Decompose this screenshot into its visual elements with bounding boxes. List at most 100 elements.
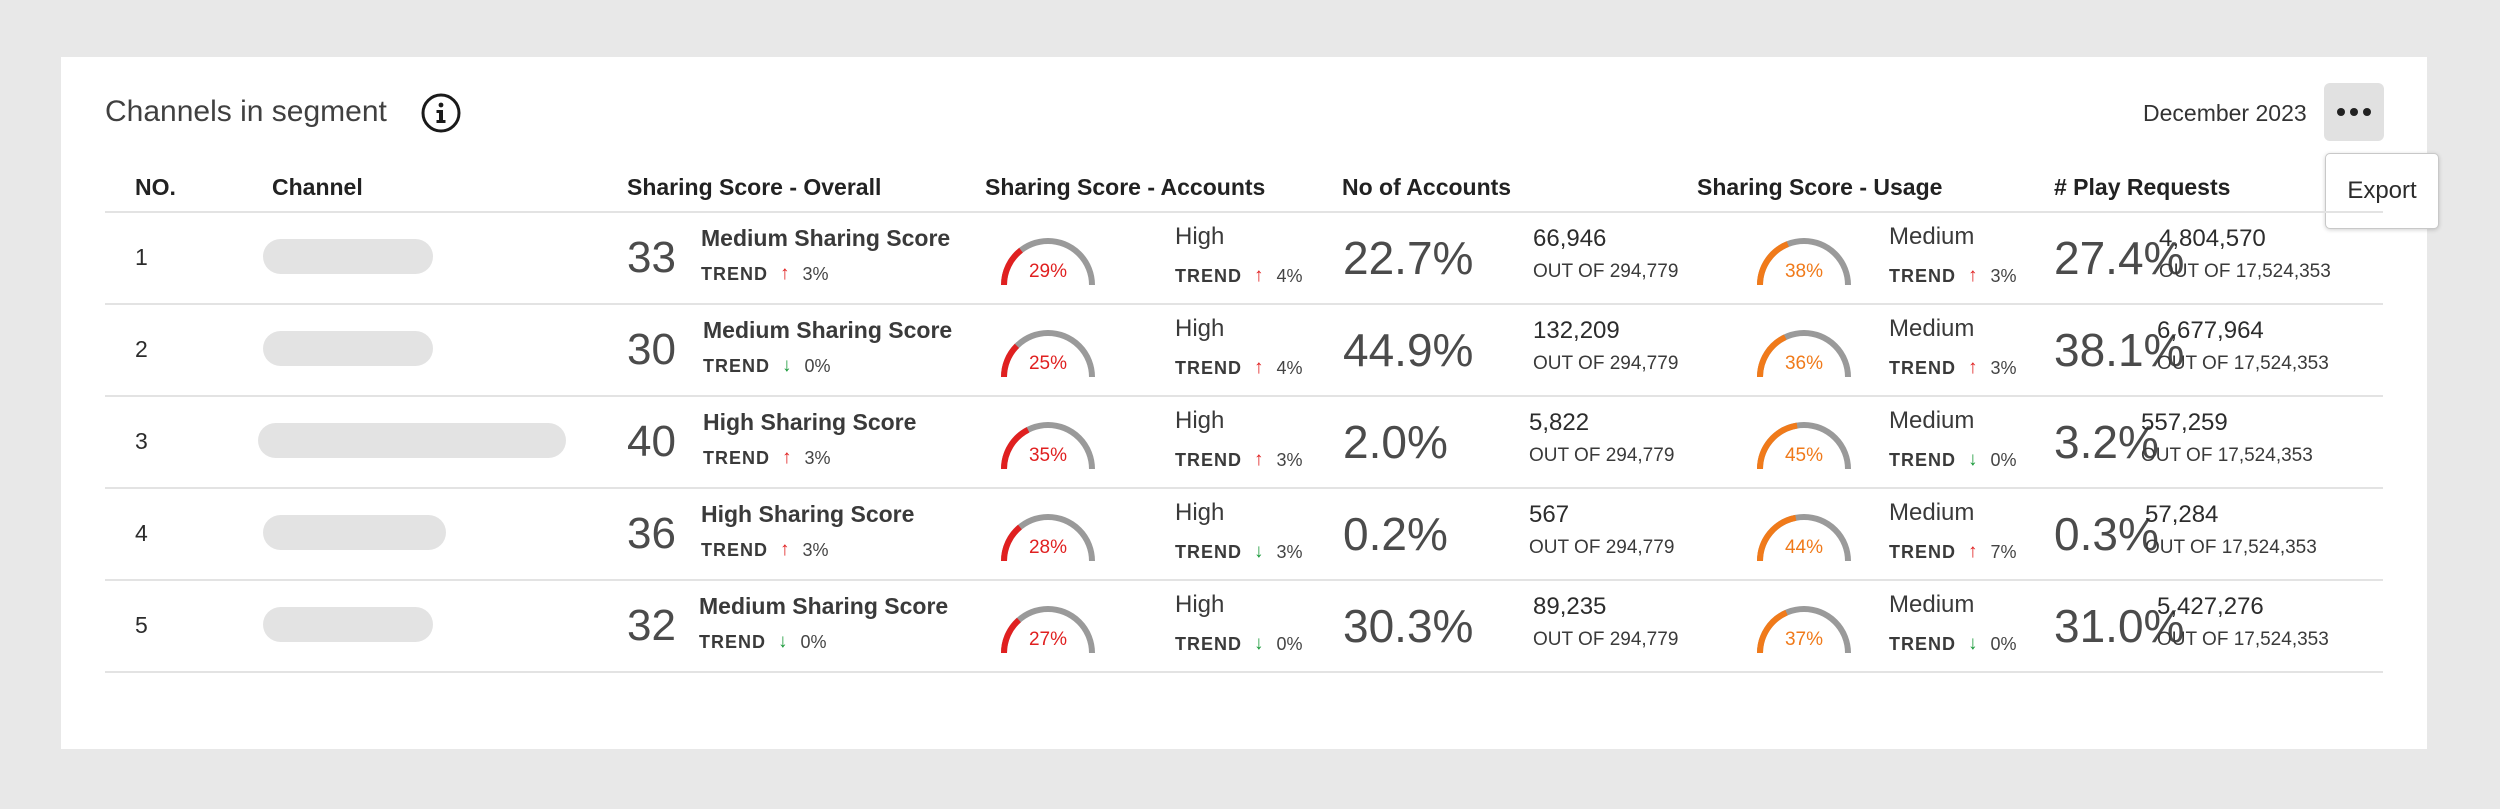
accounts-level: High (1175, 591, 1225, 618)
overall-trend: TREND ↑ 3% (703, 447, 831, 469)
overall-score-label: Medium Sharing Score (703, 317, 953, 343)
dot-icon (2350, 108, 2358, 116)
accounts-out-of: OUT OF 294,779 (1533, 629, 1679, 650)
usage-gauge-pct: 37% (1784, 629, 1824, 650)
trend-pct: 0% (800, 631, 827, 652)
play-share-pct: 0.3% (2054, 508, 2159, 560)
accounts-count: 5,822 (1529, 409, 1590, 436)
play-out-of: OUT OF 17,524,353 (2141, 445, 2313, 466)
channel-name-placeholder[interactable] (263, 607, 433, 642)
overall-score: 32 (627, 601, 676, 650)
play-count: 6,677,964 (2157, 317, 2264, 344)
accounts-count: 567 (1529, 501, 1570, 528)
dot-icon (2337, 108, 2345, 116)
trend-label: TREND (1889, 541, 1956, 562)
accounts-out-of: OUT OF 294,779 (1533, 353, 1679, 374)
overall-score: 30 (627, 325, 676, 374)
date-label: December 2023 (2143, 100, 2307, 126)
channel-name-placeholder[interactable] (263, 239, 433, 274)
usage-gauge-pct: 44% (1784, 537, 1824, 558)
trend-label: TREND (701, 263, 768, 284)
usage-gauge: 44% (1752, 509, 1856, 565)
trend-up-arrow-icon: ↑ (1968, 265, 1979, 286)
row-number: 4 (135, 520, 148, 546)
trend-pct: 0% (1990, 449, 2017, 470)
accounts-gauge-pct: 35% (1028, 445, 1068, 466)
trend-down-arrow-icon: ↓ (1968, 633, 1979, 654)
overall-score: 33 (627, 233, 676, 282)
channel-name-placeholder[interactable] (258, 423, 566, 458)
accounts-trend: TREND ↑ 4% (1175, 357, 1303, 379)
trend-down-arrow-icon: ↓ (1254, 541, 1265, 562)
trend-label: TREND (1889, 633, 1956, 654)
play-count: 557,259 (2141, 409, 2228, 436)
accounts-trend: TREND ↓ 3% (1175, 541, 1303, 563)
trend-pct: 0% (1990, 633, 2017, 654)
info-icon[interactable] (420, 92, 462, 134)
play-out-of: OUT OF 17,524,353 (2159, 261, 2331, 282)
col-header-overall: Sharing Score - Overall (627, 174, 882, 200)
row-number: 2 (135, 336, 148, 362)
usage-gauge-pct: 38% (1784, 261, 1824, 282)
usage-gauge: 36% (1752, 325, 1856, 381)
trend-label: TREND (1889, 357, 1956, 378)
trend-pct: 4% (1276, 357, 1303, 378)
col-header-no: NO. (135, 174, 176, 200)
trend-label: TREND (1175, 357, 1242, 378)
trend-label: TREND (1175, 449, 1242, 470)
usage-gauge-pct: 45% (1784, 445, 1824, 466)
table-row[interactable]: 4 36 High Sharing Score TREND ↑ 3% 28% H… (105, 489, 2383, 581)
accounts-out-of: OUT OF 294,779 (1529, 537, 1675, 558)
trend-up-arrow-icon: ↑ (1968, 541, 1979, 562)
overall-score-label: Medium Sharing Score (699, 593, 949, 619)
trend-label: TREND (1175, 265, 1242, 286)
trend-pct: 7% (1990, 541, 2017, 562)
trend-label: TREND (1175, 633, 1242, 654)
accounts-level: High (1175, 499, 1225, 526)
channels-table: NO. Channel Sharing Score - Overall Shar… (105, 154, 2383, 673)
table-row[interactable]: 3 40 High Sharing Score TREND ↑ 3% 35% H… (105, 397, 2383, 489)
usage-trend: TREND ↓ 0% (1889, 449, 2017, 471)
trend-up-arrow-icon: ↑ (1254, 449, 1265, 470)
table-row[interactable]: 1 33 Medium Sharing Score TREND ↑ 3% 29%… (105, 213, 2383, 305)
accounts-level: High (1175, 315, 1225, 342)
more-options-button[interactable] (2324, 83, 2384, 141)
usage-level: Medium (1889, 499, 1975, 526)
overall-score: 36 (627, 509, 676, 558)
overall-score-label: Medium Sharing Score (701, 225, 951, 251)
usage-level: Medium (1889, 223, 1975, 250)
trend-up-arrow-icon: ↑ (780, 539, 791, 560)
accounts-count: 66,946 (1533, 225, 1607, 252)
play-count: 5,427,276 (2157, 593, 2264, 620)
table-row[interactable]: 5 32 Medium Sharing Score TREND ↓ 0% 27%… (105, 581, 2383, 673)
accounts-gauge: 35% (996, 417, 1100, 473)
accounts-out-of: OUT OF 294,779 (1533, 261, 1679, 282)
play-out-of: OUT OF 17,524,353 (2157, 629, 2329, 650)
channel-name-placeholder[interactable] (263, 331, 433, 366)
table-row[interactable]: 2 30 Medium Sharing Score TREND ↓ 0% 25%… (105, 305, 2383, 397)
trend-pct: 3% (1990, 357, 2017, 378)
trend-label: TREND (1889, 449, 1956, 470)
table-header: NO. Channel Sharing Score - Overall Shar… (105, 154, 2383, 213)
trend-label: TREND (699, 631, 766, 652)
row-number: 3 (135, 428, 148, 454)
play-count: 4,804,570 (2159, 225, 2266, 252)
channel-name-placeholder[interactable] (263, 515, 446, 550)
trend-label: TREND (703, 355, 770, 376)
accounts-share-pct: 2.0% (1343, 416, 1448, 468)
accounts-out-of: OUT OF 294,779 (1529, 445, 1675, 466)
accounts-gauge: 27% (996, 601, 1100, 657)
play-count: 57,284 (2145, 501, 2219, 528)
accounts-trend: TREND ↑ 4% (1175, 265, 1303, 287)
trend-up-arrow-icon: ↑ (1968, 357, 1979, 378)
trend-label: TREND (1175, 541, 1242, 562)
trend-down-arrow-icon: ↓ (782, 355, 793, 376)
trend-pct: 3% (802, 539, 829, 560)
row-number: 5 (135, 612, 148, 638)
trend-pct: 3% (1276, 449, 1303, 470)
overall-score: 40 (627, 417, 676, 466)
usage-trend: TREND ↑ 3% (1889, 265, 2017, 287)
accounts-count: 132,209 (1533, 317, 1620, 344)
trend-up-arrow-icon: ↑ (782, 447, 793, 468)
card-title: Channels in segment (105, 95, 387, 128)
